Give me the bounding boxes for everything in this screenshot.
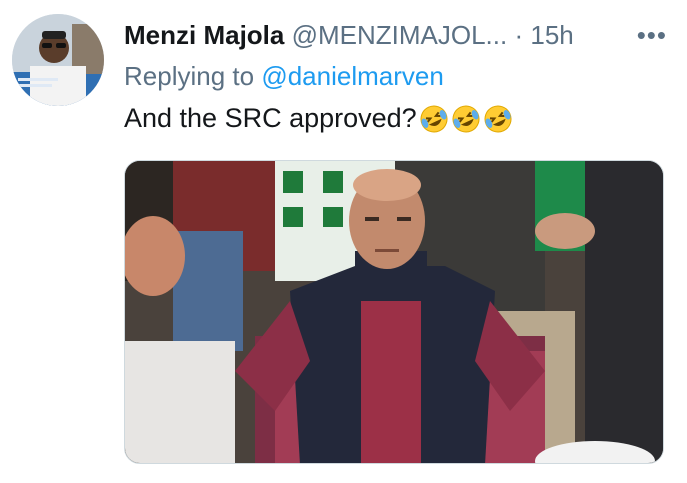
tweet-body: And the SRC approved? (124, 98, 513, 145)
meme-photo (125, 161, 663, 463)
reply-prefix: Replying to (124, 61, 255, 91)
author-handle[interactable]: @MENZIMAJOL... (292, 20, 508, 50)
reply-handle-link[interactable]: @danielmarven (261, 61, 443, 91)
tweet-text: And the SRC approved? (124, 103, 417, 133)
author-avatar[interactable] (12, 14, 104, 106)
separator-dot: · (514, 20, 524, 50)
author-name[interactable]: Menzi Majola (124, 20, 284, 50)
tweet-timestamp[interactable]: 15h (530, 20, 573, 50)
reply-context: Replying to @danielmarven (124, 58, 444, 94)
tweet-header: Menzi Majola @MENZIMAJOL... · 15h ••• (124, 15, 667, 55)
rofl-emoji-icon (451, 104, 481, 145)
tweet-media-image[interactable] (124, 160, 664, 464)
rofl-emoji-icon (419, 104, 449, 145)
avatar-photo (12, 14, 104, 106)
more-options-icon[interactable]: ••• (637, 15, 667, 55)
rofl-emoji-icon (483, 104, 513, 145)
